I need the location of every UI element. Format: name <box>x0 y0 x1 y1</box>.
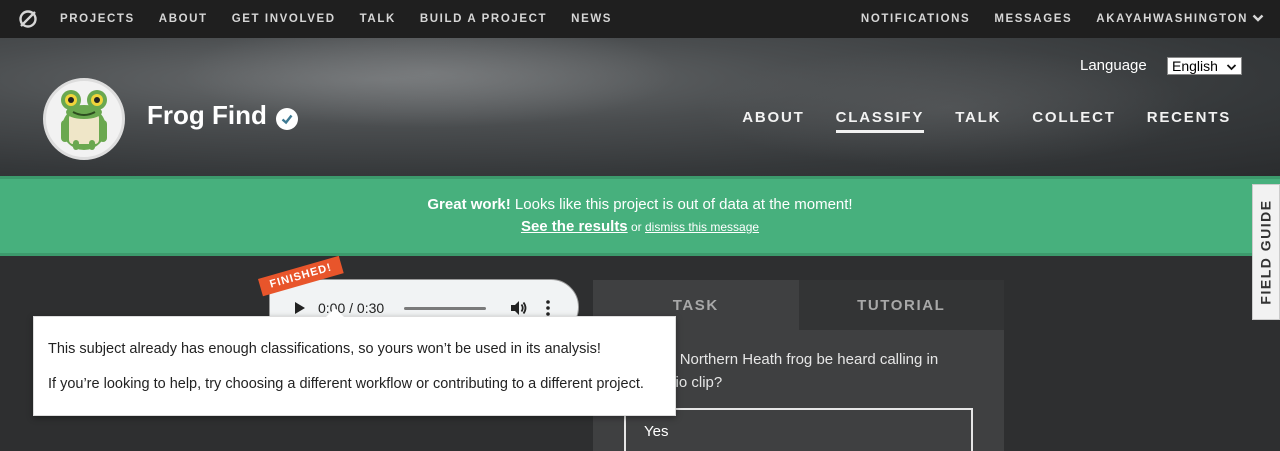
project-nav-about[interactable]: ABOUT <box>742 109 804 133</box>
chevron-down-icon <box>1252 10 1264 28</box>
language-label: Language <box>1080 57 1147 74</box>
popup-line-2: If you’re looking to help, try choosing … <box>48 376 644 392</box>
project-nav-collect[interactable]: COLLECT <box>1032 109 1115 133</box>
banner-links: See the results or dismiss this message <box>0 218 1280 235</box>
username-label[interactable]: AKAYAHWASHINGTON <box>1096 13 1248 25</box>
project-nav-talk[interactable]: TALK <box>955 109 1001 133</box>
see-results-link[interactable]: See the results <box>521 218 628 235</box>
field-guide-label: FIELD GUIDE <box>1258 199 1275 305</box>
popup-line-1: This subject already has enough classifi… <box>48 341 601 357</box>
dismiss-message-link[interactable]: dismiss this message <box>645 220 759 234</box>
retired-subject-popup: This subject already has enough classifi… <box>33 308 676 416</box>
nav-get-involved[interactable]: GET INVOLVED <box>232 13 336 25</box>
nav-notifications[interactable]: NOTIFICATIONS <box>861 13 970 25</box>
banner-strong: Great work! <box>427 196 511 213</box>
banner-text: Looks like this project is out of data a… <box>510 196 853 213</box>
project-header: Frog Find Language English ABOUT CLASSIF… <box>0 38 1280 176</box>
language-select[interactable]: English <box>1167 57 1242 75</box>
project-nav: ABOUT CLASSIFY TALK COLLECT RECENTS <box>711 109 1231 133</box>
language-select-value: English <box>1172 58 1218 74</box>
tab-tutorial[interactable]: TUTORIAL <box>798 280 1004 330</box>
nav-news[interactable]: NEWS <box>571 13 612 25</box>
project-avatar[interactable] <box>43 78 125 160</box>
nav-about[interactable]: ABOUT <box>159 13 208 25</box>
popup-pointer <box>326 308 344 317</box>
user-menu[interactable]: AKAYAHWASHINGTON <box>1096 10 1264 28</box>
nav-build-a-project[interactable]: BUILD A PROJECT <box>420 13 547 25</box>
answer-option-yes[interactable]: Yes <box>624 408 973 451</box>
field-guide-tab[interactable]: FIELD GUIDE <box>1252 184 1280 320</box>
nav-talk[interactable]: TALK <box>360 13 396 25</box>
project-nav-recents[interactable]: RECENTS <box>1147 109 1231 133</box>
verified-check-icon <box>276 108 298 130</box>
frog-icon <box>61 90 107 150</box>
banner-message: Great work! Looks like this project is o… <box>0 196 1280 213</box>
nav-messages[interactable]: MESSAGES <box>994 13 1072 25</box>
project-nav-classify[interactable]: CLASSIFY <box>835 109 925 133</box>
site-top-nav: PROJECTS ABOUT GET INVOLVED TALK BUILD A… <box>0 0 1280 38</box>
out-of-data-banner: Great work! Looks like this project is o… <box>0 176 1280 256</box>
answer-option-label: Yes <box>644 423 669 440</box>
nav-right-group: NOTIFICATIONS MESSAGES AKAYAHWASHINGTON <box>861 10 1280 28</box>
chevron-down-icon <box>1226 60 1237 76</box>
audio-seek-bar[interactable] <box>404 307 486 310</box>
nav-projects[interactable]: PROJECTS <box>60 13 135 25</box>
zooniverse-logo-icon[interactable] <box>18 9 38 29</box>
banner-or: or <box>627 220 645 234</box>
project-title[interactable]: Frog Find <box>147 100 267 131</box>
